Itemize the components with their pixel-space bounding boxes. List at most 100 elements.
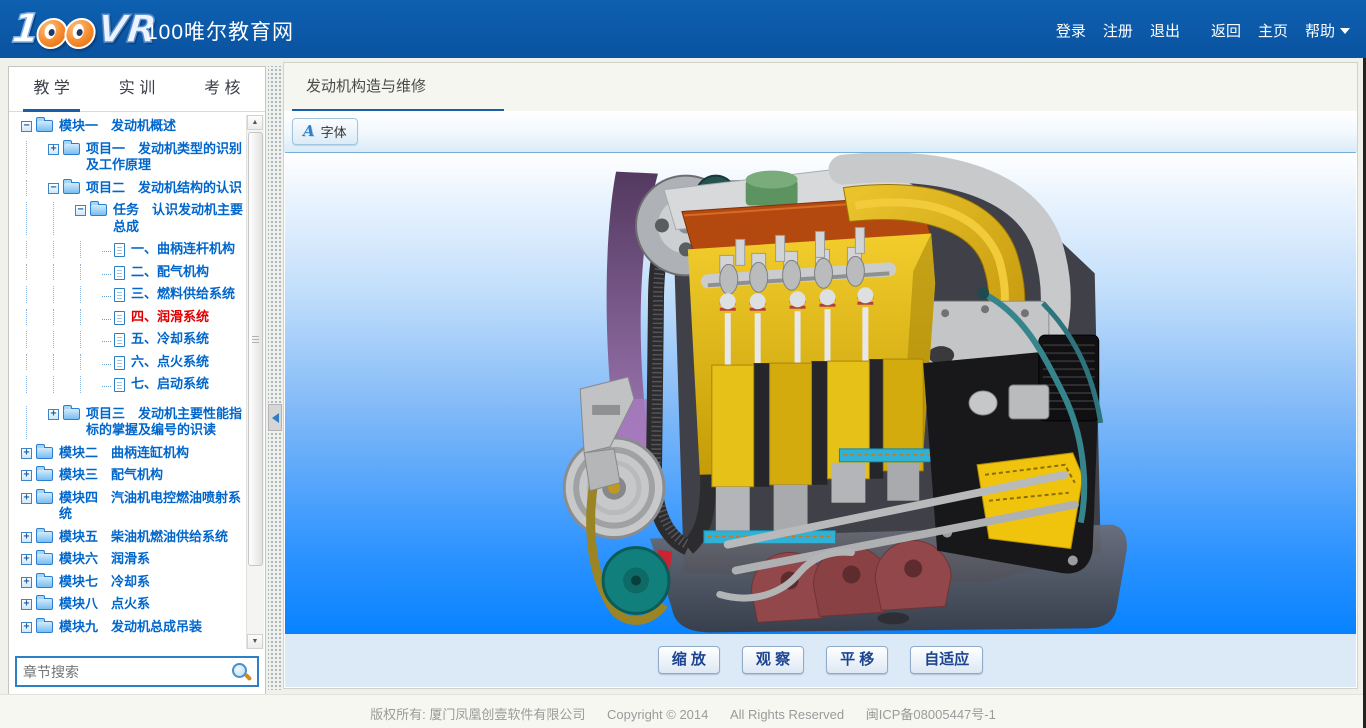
document-icon <box>114 243 125 257</box>
tree-leaf-item[interactable]: 七、启动系统 <box>11 373 243 396</box>
document-icon <box>114 356 125 370</box>
nav-register-link[interactable]: 注册 <box>1103 20 1133 41</box>
tree-branch-item[interactable]: +模块六 润滑系 <box>11 548 243 571</box>
tree-guide-line <box>26 376 48 393</box>
page: 1 VR 100唯尔教育网 登录 注册 退出 返回 主页 帮助 教 学 实 训 … <box>0 0 1366 728</box>
collapse-icon[interactable]: − <box>75 205 86 216</box>
expand-icon[interactable]: + <box>21 599 32 610</box>
fit-button[interactable]: 自适应 <box>910 646 983 674</box>
nav-help-link[interactable]: 帮助 <box>1305 20 1350 41</box>
scroll-up-icon[interactable]: ▲ <box>247 115 263 130</box>
sidebar-scrollbar[interactable]: ▲ ▼ <box>246 115 264 649</box>
expand-icon[interactable]: + <box>48 144 59 155</box>
viewer-controls: 缩 放 观 察 平 移 自适应 <box>285 634 1356 687</box>
tree-leaf-item[interactable]: 一、曲柄连杆机构 <box>11 238 243 261</box>
tree-guide-line <box>80 264 102 281</box>
tree-dash-line <box>102 364 111 366</box>
tree-dash-line <box>102 296 111 298</box>
expand-icon[interactable]: + <box>21 577 32 588</box>
sidebar-tabs: 教 学 实 训 考 核 <box>9 67 265 112</box>
tab-engine-course[interactable]: 发动机构造与维修 <box>292 63 504 111</box>
zoom-button[interactable]: 缩 放 <box>658 646 720 674</box>
tree-guide-line <box>26 354 48 371</box>
folder-icon <box>36 492 53 504</box>
tree-guide-line <box>80 331 102 348</box>
tree-branch-item[interactable]: − 模块一 发动机概述 <box>11 115 243 138</box>
collapse-icon[interactable]: − <box>21 121 32 132</box>
expand-icon[interactable]: + <box>21 622 32 633</box>
folder-icon <box>36 447 53 459</box>
tree-leaf-item[interactable]: 六、点火系统 <box>11 351 243 374</box>
tab-teaching[interactable]: 教 学 <box>9 67 94 111</box>
expand-icon[interactable]: + <box>21 554 32 565</box>
tree-leaf-item[interactable]: 四、润滑系统 <box>11 306 243 329</box>
nav-login-link[interactable]: 登录 <box>1056 20 1086 41</box>
scrollbar-thumb[interactable] <box>248 132 263 566</box>
pan-button[interactable]: 平 移 <box>826 646 888 674</box>
collapse-icon[interactable]: − <box>48 183 59 194</box>
nav-back-link[interactable]: 返回 <box>1211 20 1241 41</box>
document-icon <box>114 266 125 280</box>
collapse-handle[interactable] <box>268 404 282 431</box>
tree-item-label: 模块二 曲柄连缸机构 <box>59 445 189 462</box>
tree-branch-item[interactable]: + 模块四 汽油机电控燃油喷射系统 <box>11 487 243 526</box>
tree-dash-line <box>102 386 111 388</box>
tree-dash-line <box>102 274 111 276</box>
tree-item-label: 模块一 发动机概述 <box>59 118 176 135</box>
folder-icon <box>63 182 80 194</box>
nav-logout-link[interactable]: 退出 <box>1150 20 1180 41</box>
tree-guide-line <box>53 202 75 235</box>
expand-icon[interactable]: + <box>48 409 59 420</box>
tree-branch-item[interactable]: +模块五 柴油机燃油供给系统 <box>11 526 243 549</box>
tree-guide-line <box>26 241 48 258</box>
tree-item-label: 一、曲柄连杆机构 <box>131 241 235 258</box>
expand-icon[interactable]: + <box>21 493 32 504</box>
expand-icon[interactable]: + <box>21 448 32 459</box>
search-input[interactable] <box>17 664 231 680</box>
tree-leaf-item[interactable]: 五、冷却系统 <box>11 328 243 351</box>
document-icon <box>114 311 125 325</box>
expand-icon[interactable]: + <box>21 532 32 543</box>
nav-home-link[interactable]: 主页 <box>1258 20 1288 41</box>
tree-leaf-item[interactable]: 二、配气机构 <box>11 261 243 284</box>
tree-branch-item[interactable]: +项目三 发动机主要性能指标的掌握及编号的识读 <box>11 403 243 442</box>
tree-item-label: 项目二 发动机结构的认识 <box>86 180 242 197</box>
site-logo[interactable]: 1 VR <box>10 6 159 52</box>
scroll-down-icon[interactable]: ▼ <box>247 634 263 649</box>
panel-splitter[interactable] <box>268 66 283 690</box>
tab-assessment[interactable]: 考 核 <box>180 67 265 111</box>
engine-3d-model <box>285 153 1356 636</box>
chapter-search <box>15 656 259 687</box>
tree-branch-item[interactable]: + 模块二 曲柄连缸机构 <box>11 442 243 465</box>
tree-guide-line <box>53 331 75 348</box>
tree-guide-line <box>53 286 75 303</box>
tree-branch-item[interactable]: +模块九 发动机总成吊装 <box>11 616 243 639</box>
tree-leaf-item[interactable]: 三、燃料供给系统 <box>11 283 243 306</box>
copyright-year: Copyright © 2014 <box>607 707 708 722</box>
folder-icon <box>63 408 80 420</box>
tree-branch-item[interactable]: −任务 认识发动机主要总成 <box>11 199 243 238</box>
tree-guide-line <box>80 376 102 393</box>
expand-icon[interactable]: + <box>21 470 32 481</box>
tree-guide-line <box>26 331 48 348</box>
tree-item-label: 模块四 汽油机电控燃油喷射系统 <box>59 490 243 523</box>
tree-branch-item[interactable]: +模块八 点火系 <box>11 593 243 616</box>
tree-guide-line <box>80 309 102 326</box>
tree-item-label: 二、配气机构 <box>131 264 209 281</box>
tree-item-label: 项目一 发动机类型的识别及工作原理 <box>86 141 243 174</box>
footer: 版权所有: 厦门凤凰创壹软件有限公司 Copyright © 2014 All … <box>0 694 1366 728</box>
observe-button[interactable]: 观 察 <box>742 646 804 674</box>
font-button[interactable]: A 字体 <box>292 118 358 145</box>
folder-icon <box>90 204 107 216</box>
folder-icon <box>36 531 53 543</box>
search-icon[interactable] <box>231 662 251 682</box>
model-viewer-canvas[interactable] <box>285 152 1356 636</box>
tree-branch-item[interactable]: + 项目一 发动机类型的识别及工作原理 <box>11 138 243 177</box>
header: 1 VR 100唯尔教育网 登录 注册 退出 返回 主页 帮助 <box>0 0 1366 58</box>
tree-branch-item[interactable]: +模块七 冷却系 <box>11 571 243 594</box>
tree-branch-item[interactable]: − 项目二 发动机结构的认识 <box>11 177 243 200</box>
icp-number: 闽ICP备08005447号-1 <box>866 707 996 722</box>
tree-branch-item[interactable]: +模块三 配气机构 <box>11 464 243 487</box>
tree-item-label: 五、冷却系统 <box>131 331 209 348</box>
tab-training[interactable]: 实 训 <box>94 67 179 111</box>
